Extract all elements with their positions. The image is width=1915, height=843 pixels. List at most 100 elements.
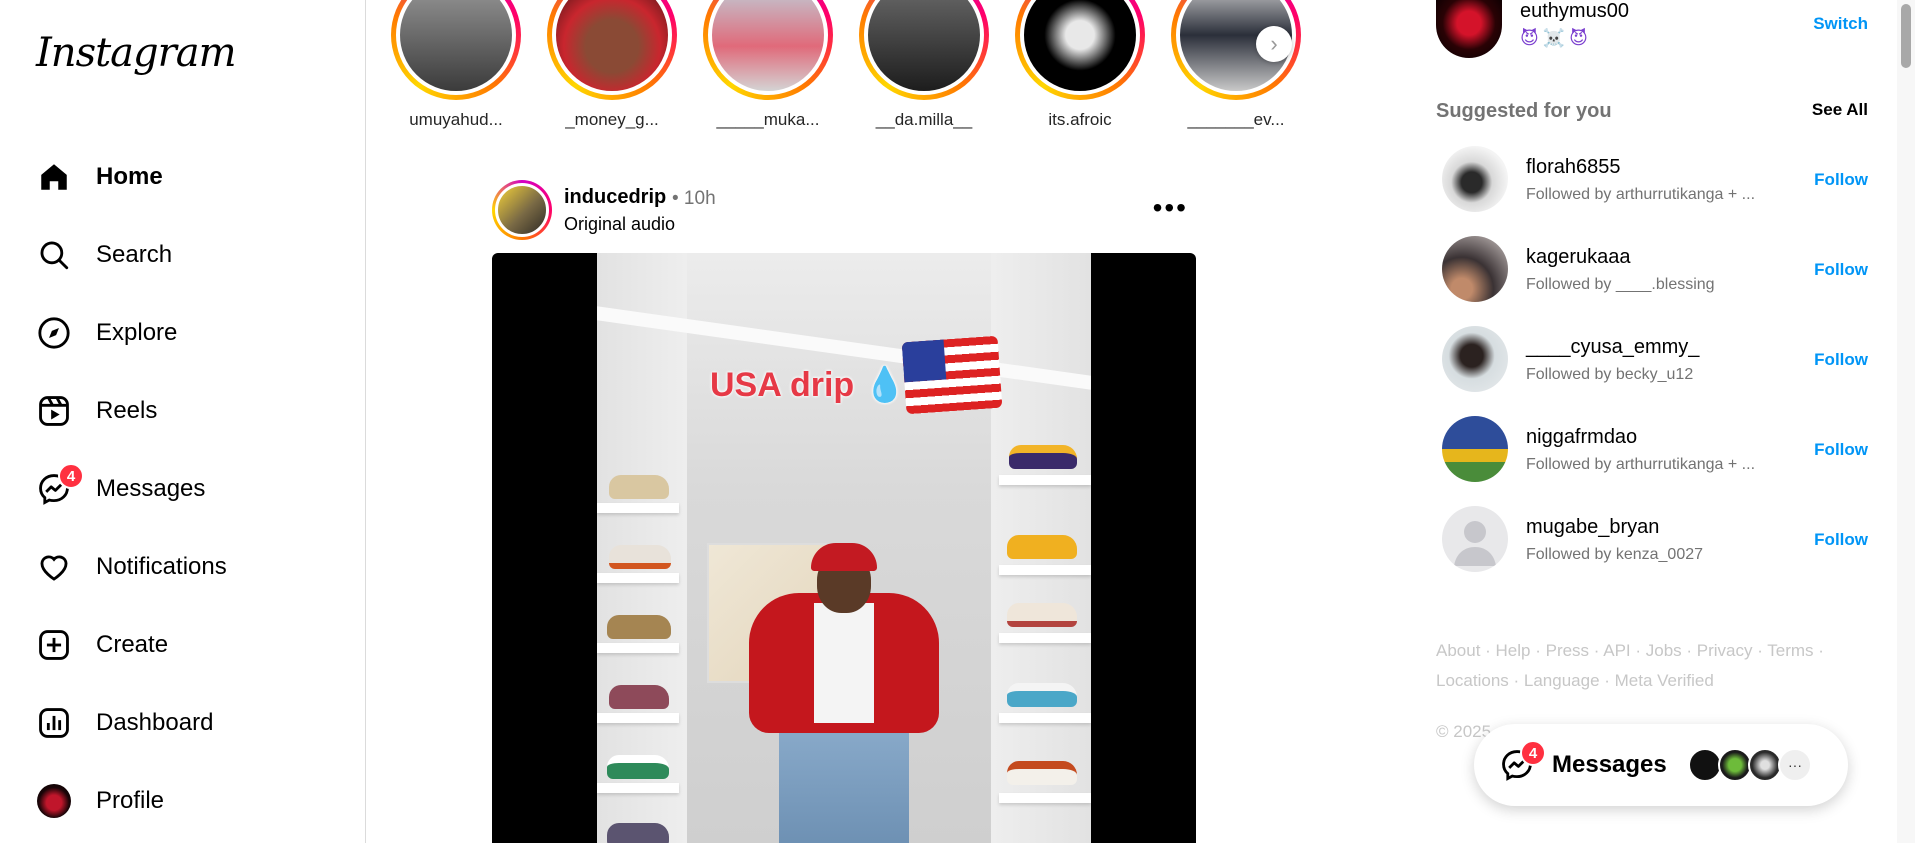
shoe bbox=[1007, 603, 1077, 627]
list-item: mugabe_bryan Followed by kenza_0027 Foll… bbox=[1436, 506, 1868, 596]
story-avatar bbox=[396, 0, 516, 95]
right-column: euthymus00 😈☠️😈 Switch Suggested for you… bbox=[1436, 0, 1868, 843]
sidebar-item-notifications[interactable]: Notifications bbox=[24, 528, 354, 606]
page-scrollbar[interactable] bbox=[1897, 0, 1915, 843]
plus-square-icon bbox=[36, 627, 72, 663]
sidebar-item-messages[interactable]: 4 Messages bbox=[24, 450, 354, 528]
reels-icon bbox=[36, 393, 72, 429]
story-item[interactable]: _______ev... bbox=[1166, 0, 1306, 130]
follow-button[interactable]: Follow bbox=[1814, 530, 1868, 550]
search-icon bbox=[36, 237, 72, 273]
footer-links: About · Help · Press · API · Jobs · Priv… bbox=[1436, 636, 1868, 696]
sidebar-item-reels[interactable]: Reels bbox=[24, 372, 354, 450]
story-name: _______ev... bbox=[1187, 110, 1285, 129]
shoe bbox=[607, 615, 671, 639]
scrollbar-thumb[interactable] bbox=[1901, 4, 1911, 68]
avatar[interactable] bbox=[1442, 326, 1508, 392]
shelf bbox=[999, 475, 1091, 485]
post-media[interactable]: USA drip 💧 bbox=[492, 253, 1196, 843]
shelf bbox=[597, 503, 679, 513]
post-username[interactable]: inducedrip bbox=[564, 186, 666, 209]
story-ring bbox=[391, 0, 521, 100]
avatar[interactable] bbox=[1442, 416, 1508, 482]
sidebar-item-label: Dashboard bbox=[96, 709, 214, 736]
shelf bbox=[999, 793, 1091, 803]
story-item[interactable]: _____muka... bbox=[698, 0, 838, 130]
heart-icon bbox=[36, 549, 72, 585]
footer-links-line[interactable]: Locations · Language · Meta Verified bbox=[1436, 666, 1868, 696]
suggested-username[interactable]: ____cyusa_emmy_ bbox=[1526, 336, 1699, 359]
follow-button[interactable]: Follow bbox=[1814, 170, 1868, 190]
story-item[interactable]: umuyahud... bbox=[386, 0, 526, 130]
shelf bbox=[999, 565, 1091, 575]
avatar[interactable] bbox=[1442, 146, 1508, 212]
suggested-username[interactable]: florah6855 bbox=[1526, 156, 1621, 179]
sidebar-item-search[interactable]: Search bbox=[24, 216, 354, 294]
stories-next-button[interactable]: › bbox=[1256, 26, 1292, 62]
shelf bbox=[597, 783, 679, 793]
follow-button[interactable]: Follow bbox=[1814, 350, 1868, 370]
sidebar-item-label: Notifications bbox=[96, 553, 227, 580]
shelf bbox=[999, 633, 1091, 643]
story-ring bbox=[859, 0, 989, 100]
story-item[interactable]: _money_g... bbox=[542, 0, 682, 130]
more-options-icon[interactable]: ••• bbox=[1153, 194, 1188, 222]
sidebar-item-label: Explore bbox=[96, 319, 178, 346]
sidebar-item-label: Create bbox=[96, 631, 169, 658]
story-avatar bbox=[552, 0, 672, 95]
shoe bbox=[1007, 683, 1077, 707]
suggested-list: florah6855 Followed by arthurrutikanga +… bbox=[1436, 146, 1868, 596]
sidebar-nav: Home Search Explore Reels 4 Messages Not… bbox=[24, 138, 354, 840]
shelf bbox=[999, 713, 1091, 723]
story-name: __da.milla__ bbox=[875, 110, 973, 129]
story-name: _money_g... bbox=[565, 110, 659, 129]
post-author-avatar[interactable] bbox=[492, 180, 552, 240]
current-username[interactable]: euthymus00 bbox=[1520, 0, 1629, 23]
sidebar-item-explore[interactable]: Explore bbox=[24, 294, 354, 372]
avatar[interactable] bbox=[1442, 506, 1508, 572]
follow-button[interactable]: Follow bbox=[1814, 440, 1868, 460]
suggested-username[interactable]: mugabe_bryan bbox=[1526, 516, 1659, 539]
suggested-username[interactable]: niggafrmdao bbox=[1526, 426, 1637, 449]
instagram-logo[interactable]: Instagram bbox=[36, 30, 237, 76]
story-avatar bbox=[708, 0, 828, 95]
avatar[interactable] bbox=[1442, 236, 1508, 302]
sidebar-item-label: Home bbox=[96, 163, 163, 190]
messages-pill-button[interactable]: 4 Messages ··· bbox=[1474, 724, 1848, 806]
see-all-link[interactable]: See All bbox=[1812, 100, 1868, 120]
shelf bbox=[597, 643, 679, 653]
story-item[interactable]: __da.milla__ bbox=[854, 0, 994, 130]
story-avatar bbox=[1020, 0, 1140, 95]
story-name: _____muka... bbox=[716, 110, 820, 129]
footer-links-line[interactable]: About · Help · Press · API · Jobs · Priv… bbox=[1436, 636, 1868, 666]
follow-button[interactable]: Follow bbox=[1814, 260, 1868, 280]
default-user-icon bbox=[1454, 521, 1496, 566]
post-header: inducedrip • 10h Original audio ••• bbox=[492, 180, 1196, 240]
suggested-username[interactable]: kagerukaaa bbox=[1526, 246, 1631, 269]
story-item[interactable]: its.afroic bbox=[1010, 0, 1150, 130]
sidebar-item-dashboard[interactable]: Dashboard bbox=[24, 684, 354, 762]
sidebar-item-label: Profile bbox=[96, 787, 165, 814]
suggested-followed-by: Followed by arthurrutikanga + ... bbox=[1526, 186, 1756, 203]
shoe bbox=[607, 823, 669, 843]
sidebar-item-profile[interactable]: Profile bbox=[24, 762, 354, 840]
sidebar: Instagram Home Search Explore Reels 4 Me… bbox=[0, 0, 366, 843]
avatar bbox=[1688, 748, 1722, 782]
shoe bbox=[1007, 535, 1077, 559]
shoe bbox=[1007, 761, 1077, 785]
switch-account-link[interactable]: Switch bbox=[1813, 14, 1868, 34]
usa-flag-emoji bbox=[901, 335, 1003, 415]
list-item: florah6855 Followed by arthurrutikanga +… bbox=[1436, 146, 1868, 236]
shelf bbox=[597, 573, 679, 583]
suggested-followed-by: Followed by kenza_0027 bbox=[1526, 546, 1704, 563]
sidebar-item-create[interactable]: Create bbox=[24, 606, 354, 684]
jeans bbox=[779, 731, 909, 843]
suggested-title: Suggested for you bbox=[1436, 100, 1612, 122]
recent-chats-avatars: ··· bbox=[1688, 748, 1812, 782]
list-item: ____cyusa_emmy_ Followed by becky_u12 Fo… bbox=[1436, 326, 1868, 416]
avatar[interactable] bbox=[1436, 0, 1502, 58]
post-audio-link[interactable]: Original audio bbox=[564, 214, 675, 235]
sidebar-item-home[interactable]: Home bbox=[24, 138, 354, 216]
story-ring bbox=[547, 0, 677, 100]
story-avatar bbox=[864, 0, 984, 95]
